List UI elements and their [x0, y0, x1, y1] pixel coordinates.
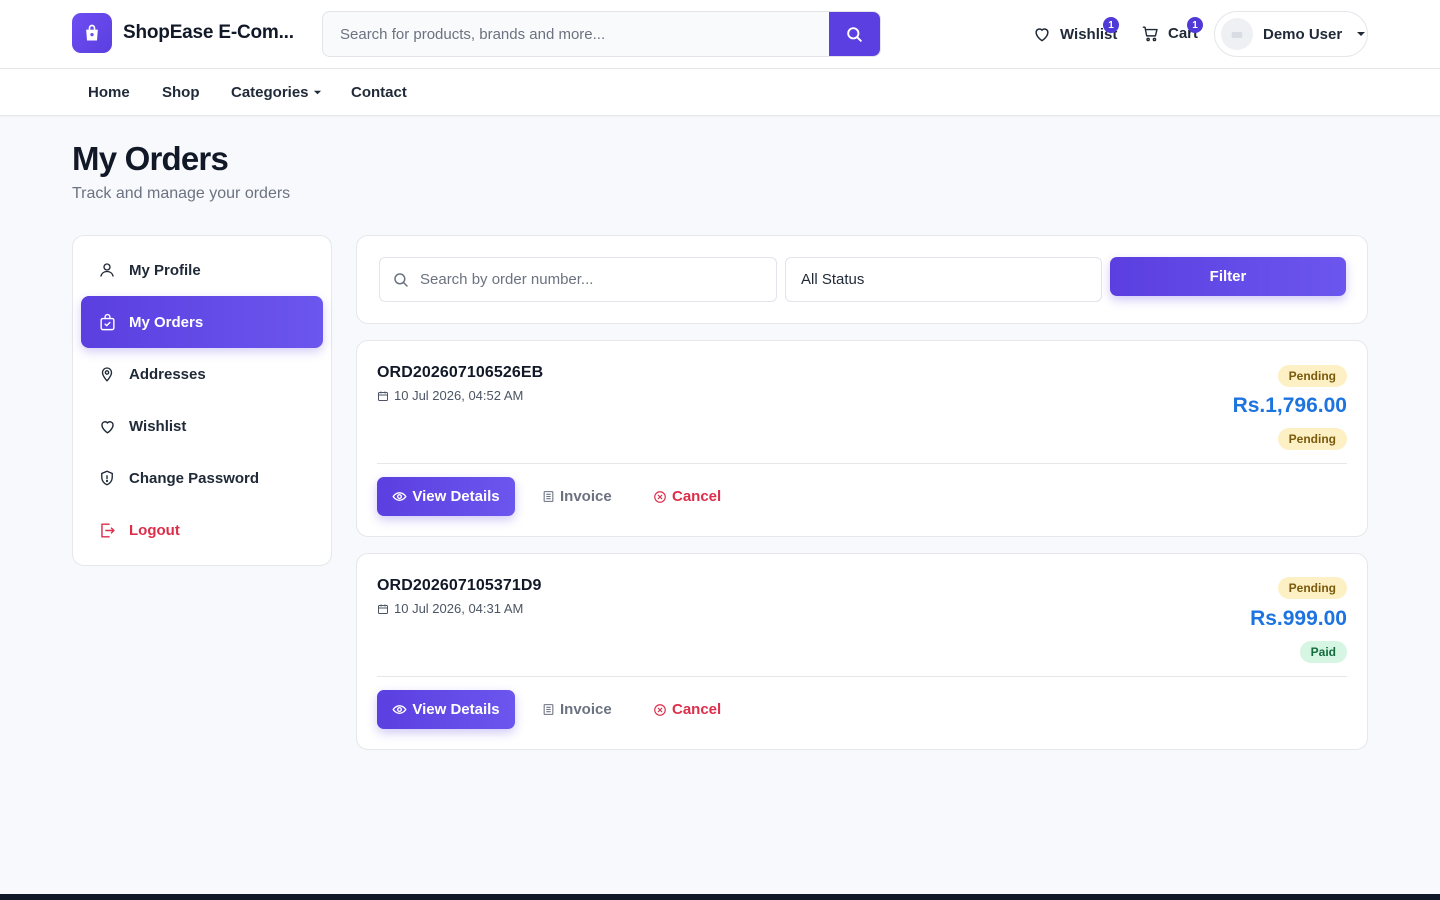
nav-categories-label: Categories: [231, 84, 309, 101]
filter-button[interactable]: Filter: [1110, 257, 1346, 296]
view-details-button[interactable]: View Details: [377, 690, 515, 729]
order-status-badge: Pending: [1277, 365, 1347, 387]
search-button[interactable]: [829, 12, 880, 56]
nav-home[interactable]: Home: [88, 84, 130, 101]
invoice-button[interactable]: Invoice: [542, 488, 612, 505]
product-search: [322, 11, 881, 57]
calendar-icon: [378, 391, 388, 401]
caret-down-icon: [1357, 32, 1366, 36]
search-icon: [394, 272, 408, 287]
payment-status-badge: Paid: [1299, 641, 1347, 663]
sidebar-item-logout[interactable]: Logout: [81, 504, 323, 556]
shopping-bag-icon: [97, 312, 117, 332]
eye-icon: [392, 705, 407, 714]
order-amount: Rs.999.00: [1250, 607, 1347, 630]
order-date: 10 Jul 2026, 04:52 AM: [377, 388, 523, 403]
cancel-circle-icon: [654, 490, 666, 503]
shield-icon: [97, 468, 117, 488]
cart-count-badge: 1: [1187, 17, 1203, 33]
invoice-label: Invoice: [560, 701, 612, 718]
order-status-badge: Pending: [1277, 577, 1347, 599]
sidebar-item-addresses[interactable]: Addresses: [81, 348, 323, 400]
eye-icon: [392, 492, 407, 501]
logout-icon: [97, 520, 117, 540]
heart-icon: [97, 416, 117, 436]
sidebar-item-change-password[interactable]: Change Password: [81, 452, 323, 504]
sidebar-item-label: Wishlist: [129, 417, 187, 435]
order-search: [379, 257, 777, 302]
footer-bar: [0, 894, 1440, 900]
order-filter-card: All Status Filter: [356, 235, 1368, 324]
divider: [377, 676, 1347, 677]
order-date-text: 10 Jul 2026, 04:31 AM: [394, 601, 524, 616]
sidebar-item-wishlist[interactable]: Wishlist: [81, 400, 323, 452]
product-search-input[interactable]: [323, 12, 829, 56]
nav-shop[interactable]: Shop: [162, 84, 200, 101]
page-subtitle: Track and manage your orders: [72, 185, 291, 202]
page-title: My Orders: [72, 140, 229, 177]
cancel-order-button[interactable]: Cancel: [653, 488, 721, 505]
sidebar-item-label: Addresses: [129, 365, 206, 383]
view-details-button[interactable]: View Details: [377, 477, 515, 516]
cancel-circle-icon: [654, 703, 666, 716]
payment-status-badge: Pending: [1277, 428, 1347, 450]
main-nav: Home Shop Categories Contact: [0, 69, 1440, 116]
order-date: 10 Jul 2026, 04:31 AM: [377, 601, 523, 616]
sidebar-item-my-orders[interactable]: My Orders: [81, 296, 323, 348]
shopping-bag-icon: [86, 24, 98, 41]
order-search-input[interactable]: [420, 271, 760, 288]
view-details-label: View Details: [412, 488, 500, 505]
view-details-label: View Details: [412, 701, 500, 718]
map-pin-icon: [97, 364, 117, 384]
user-menu[interactable]: Demo User: [1214, 11, 1368, 57]
top-header: ShopEase E-Com... Wishlist 1 Cart 1 Demo…: [0, 0, 1440, 69]
cancel-order-button[interactable]: Cancel: [653, 701, 721, 718]
shop-logo[interactable]: [72, 13, 112, 53]
nav-contact[interactable]: Contact: [351, 84, 407, 101]
file-icon: [543, 491, 554, 502]
cancel-label: Cancel: [672, 701, 722, 718]
wishlist-count-badge: 1: [1103, 17, 1119, 33]
user-icon: [97, 260, 117, 280]
search-icon: [847, 26, 862, 42]
caret-down-icon: [313, 90, 321, 95]
cancel-label: Cancel: [672, 488, 722, 505]
user-name: Demo User: [1263, 25, 1343, 43]
sidebar-item-label: My Profile: [129, 261, 201, 279]
heart-icon: [1035, 28, 1049, 42]
sidebar-item-my-profile[interactable]: My Profile: [81, 244, 323, 296]
status-select[interactable]: All Status: [785, 257, 1102, 302]
order-amount: Rs.1,796.00: [1232, 394, 1347, 417]
order-number[interactable]: ORD202607106526EB: [377, 364, 543, 382]
order-card: ORD202607106526EB 10 Jul 2026, 04:52 AM …: [356, 340, 1368, 537]
avatar: [1221, 18, 1253, 50]
invoice-button[interactable]: Invoice: [542, 701, 612, 718]
cart-icon: [1142, 26, 1158, 42]
calendar-icon: [378, 604, 388, 614]
nav-categories[interactable]: Categories: [231, 84, 322, 101]
sidebar-item-label: My Orders: [129, 313, 204, 331]
order-card: ORD202607105371D9 10 Jul 2026, 04:31 AM …: [356, 553, 1368, 750]
file-icon: [543, 704, 554, 715]
order-number[interactable]: ORD202607105371D9: [377, 577, 542, 595]
account-sidebar: My Profile My Orders Addresses Wishlist …: [72, 235, 332, 566]
invoice-label: Invoice: [560, 488, 612, 505]
brand-name[interactable]: ShopEase E-Com...: [123, 22, 294, 44]
sidebar-item-label: Logout: [129, 521, 180, 539]
sidebar-item-label: Change Password: [129, 469, 260, 487]
divider: [377, 463, 1347, 464]
avatar-placeholder-icon: [1231, 32, 1243, 38]
order-date-text: 10 Jul 2026, 04:52 AM: [394, 388, 524, 403]
